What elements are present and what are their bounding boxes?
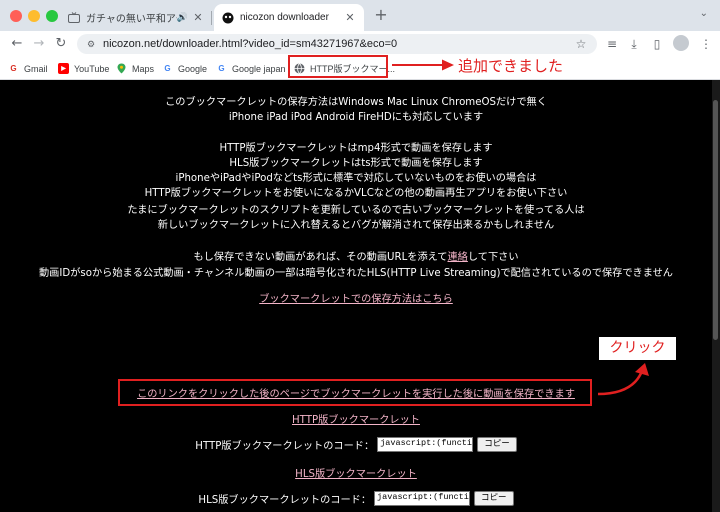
- http-bookmarklet-link[interactable]: HTTP版ブックマークレット: [292, 415, 420, 426]
- close-window-button[interactable]: [10, 10, 22, 22]
- download-icon[interactable]: ⤓: [625, 35, 643, 53]
- annotation-curved-arrow-icon: [597, 363, 649, 396]
- menu-dots-icon[interactable]: ⋮: [697, 35, 715, 53]
- maximize-window-button[interactable]: [46, 10, 58, 22]
- tab-divider: [211, 11, 212, 25]
- bookmark-star-icon[interactable]: ☆: [573, 37, 589, 51]
- info-line: HTTP版ブックマークレットをお使いになるかVLCなどの他の動画再生アプリをお使…: [144, 188, 568, 199]
- annotation-link-highlight: [118, 379, 592, 406]
- side-panel-icon[interactable]: ▯: [648, 35, 666, 53]
- tab-title: nicozon downloader: [240, 12, 329, 23]
- contact-text: もし保存できない動画があれば、その動画URLを添えて: [193, 252, 448, 263]
- contact-text: して下さい: [467, 252, 519, 263]
- reading-mode-icon[interactable]: ≡: [603, 35, 621, 53]
- reload-icon[interactable]: ↻: [52, 35, 70, 53]
- info-line: 新しいブックマークレットに入れ替えるとバグが解消されて保存出来るかもしれません: [157, 220, 555, 231]
- howto-line: ブックマークレットでの保存方法はこちら: [0, 290, 712, 305]
- bookmark-label: Google japan: [232, 63, 286, 74]
- info-line: たまにブックマークレットのスクリプトを更新しているので古いブックマークレットを使…: [127, 205, 585, 216]
- http-copy-button[interactable]: コピー: [477, 437, 517, 452]
- bookmark-label: YouTube: [74, 63, 110, 74]
- close-tab-icon[interactable]: ✕: [190, 10, 206, 26]
- tab-game[interactable]: ガチャの無い平和アクション 🔊 ✕: [62, 4, 212, 31]
- bookmark-gmail[interactable]: G Gmail: [8, 60, 48, 77]
- http-code-label: HTTP版ブックマークレットのコード：: [195, 441, 375, 452]
- tab-nicozon[interactable]: nicozon downloader ✕: [214, 4, 364, 31]
- http-code-input[interactable]: javascript:(function(){va: [377, 437, 474, 452]
- bookmark-label: Google: [178, 63, 208, 74]
- google-icon: G: [218, 64, 225, 73]
- bookmark-label: Gmail: [24, 63, 48, 74]
- forward-arrow-icon[interactable]: →: [30, 35, 48, 53]
- browser-toolbar: ← → ↻ ⚙ nicozon.net/downloader.html?vide…: [0, 31, 720, 57]
- http-code-row: HTTP版ブックマークレットのコード： javascript:(function…: [0, 437, 712, 452]
- google-icon: G: [164, 64, 171, 73]
- address-url[interactable]: nicozon.net/downloader.html?video_id=sm4…: [103, 38, 573, 50]
- bookmark-label: Maps: [132, 63, 155, 74]
- site-info-icon[interactable]: ⚙: [85, 38, 97, 50]
- youtube-icon: ▶: [58, 63, 69, 74]
- bookmark-google[interactable]: G Google: [162, 60, 207, 77]
- annotation-click-note: クリック: [599, 337, 676, 360]
- hls-copy-button[interactable]: コピー: [474, 491, 514, 506]
- profile-avatar[interactable]: [673, 35, 689, 51]
- close-tab-icon[interactable]: ✕: [342, 10, 358, 26]
- info-line: HLS版ブックマークレットはts形式で動画を保存します: [229, 158, 483, 169]
- hls-code-label: HLS版ブックマークレットのコード：: [198, 495, 372, 506]
- bookmark-youtube[interactable]: ▶ YouTube: [58, 60, 109, 77]
- page-content: このブックマークレットの保存方法はWindows Mac Linux Chrom…: [0, 80, 712, 512]
- annotation-added-note: 追加できました: [458, 57, 564, 75]
- annotation-arrow-right-icon: [392, 59, 454, 71]
- contact-link[interactable]: 連絡: [448, 252, 468, 263]
- speaker-icon[interactable]: 🔊: [177, 12, 188, 23]
- page-scrollbar-thumb[interactable]: [713, 100, 718, 340]
- bookmark-google-japan[interactable]: G Google japan: [216, 60, 286, 77]
- maps-icon: [116, 63, 127, 74]
- hls-code-input[interactable]: javascript:(function(){va: [374, 491, 471, 506]
- tab-strip: ガチャの無い平和アクション 🔊 ✕ nicozon downloader ✕ +…: [0, 0, 720, 31]
- tab-title: ガチャの無い平和アクション: [86, 14, 177, 25]
- hls-bookmarklet-line: HLS版ブックマークレット: [0, 465, 712, 480]
- new-tab-button[interactable]: +: [372, 6, 390, 24]
- intro-line: iPhone iPad iPod Android FireHDにも対応しています: [228, 112, 484, 123]
- http-bookmarklet-line: HTTP版ブックマークレット: [0, 411, 712, 426]
- hls-bookmarklet-link[interactable]: HLS版ブックマークレット: [295, 469, 417, 480]
- notice-line: 動画IDがsoから始まる公式動画・チャンネル動画の一部は暗号化されたHLS(HT…: [39, 268, 673, 279]
- tab-search-icon[interactable]: ⌄: [700, 8, 708, 19]
- back-arrow-icon[interactable]: ←: [8, 35, 26, 53]
- howto-link[interactable]: ブックマークレットでの保存方法はこちら: [259, 294, 453, 305]
- bookmark-maps[interactable]: Maps: [116, 60, 154, 77]
- info-line: HTTP版ブックマークレットはmp4形式で動画を保存します: [219, 143, 493, 154]
- contact-line: もし保存できない動画があれば、その動画URLを添えて連絡して下さい: [0, 248, 712, 263]
- nicozon-favicon-icon: [222, 12, 234, 24]
- info-line: iPhoneやiPadやiPodなどts形式に標準で対応していないものをお使いの…: [175, 173, 537, 184]
- annotation-bookmark-highlight: [288, 55, 388, 78]
- intro-line: このブックマークレットの保存方法はWindows Mac Linux Chrom…: [165, 97, 547, 108]
- gmail-icon: G: [10, 64, 17, 73]
- tv-icon: [68, 12, 80, 24]
- hls-code-row: HLS版ブックマークレットのコード： javascript:(function(…: [0, 491, 712, 506]
- address-bar[interactable]: ⚙ nicozon.net/downloader.html?video_id=s…: [77, 34, 597, 54]
- minimize-window-button[interactable]: [28, 10, 40, 22]
